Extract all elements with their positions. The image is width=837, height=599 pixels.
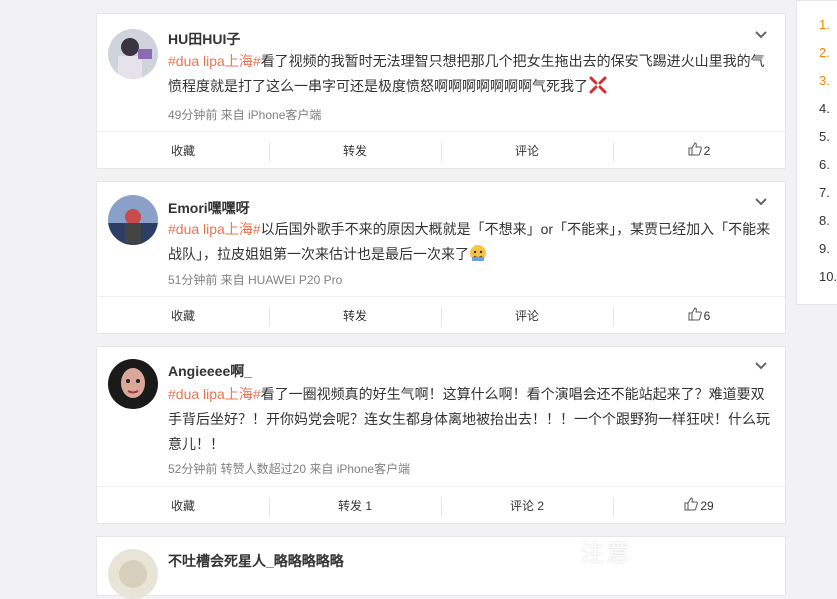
post-meta: 49分钟前 来自 iPhone客户端 <box>168 108 322 122</box>
favorite-label: 收藏 <box>170 309 195 323</box>
username[interactable]: Angieeee啊_ <box>168 361 252 381</box>
chevron-down-icon[interactable] <box>753 195 769 207</box>
chevron-down-icon[interactable] <box>753 28 769 40</box>
hot-ranking-panel: 1. 2. 3. 4. 5. 6. 7. 8. 9. 10. <box>796 0 837 305</box>
rank-item[interactable]: 2. <box>819 45 830 60</box>
post-text: #dua lipa上海#看了视频的我暂时无法理智只想把那几个把女生拖出去的保安飞… <box>168 49 772 102</box>
rank-item[interactable]: 9. <box>819 241 830 256</box>
comment-label: 评论 <box>514 309 539 323</box>
post-meta: 51分钟前 来自 HUAWEI P20 Pro <box>168 273 343 287</box>
doge-emoji-icon <box>469 244 487 270</box>
repost-button[interactable]: 转发 <box>269 297 441 334</box>
like-count: 6 <box>703 308 711 323</box>
favorite-button[interactable]: 收藏 <box>97 487 269 524</box>
repost-button[interactable]: 转发 <box>269 132 441 169</box>
anger-emoji-icon <box>588 76 608 102</box>
rank-item[interactable]: 7. <box>819 185 830 200</box>
comment-label: 评论 2 <box>509 499 544 513</box>
thumb-up-icon <box>688 307 702 324</box>
like-count: 29 <box>700 498 714 513</box>
like-button[interactable]: 2 <box>613 132 785 169</box>
post-text: #dua lipa上海#看了一圈视频真的好生气啊！这算什么啊！看个演唱会还不能站… <box>168 382 772 457</box>
watermark-text: 注意 <box>580 540 632 567</box>
topic-tag[interactable]: #dua lipa上海# <box>168 221 261 237</box>
repost-label: 转发 <box>342 309 367 323</box>
action-bar: 收藏 转发 评论 6 <box>97 296 785 334</box>
post-text: #dua lipa上海#以后国外歌手不来的原因大概就是「不想来」or「不能来」，… <box>168 217 772 270</box>
thumb-up-icon <box>688 142 702 159</box>
action-bar: 收藏 转发 评论 2 <box>97 131 785 169</box>
username[interactable]: HU田HUI子 <box>168 29 240 49</box>
repost-button[interactable]: 转发 1 <box>269 487 441 524</box>
chevron-down-icon[interactable] <box>753 359 769 371</box>
comment-button[interactable]: 评论 <box>441 297 613 334</box>
comment-button[interactable]: 评论 2 <box>441 487 613 524</box>
thumb-up-icon <box>684 497 699 514</box>
favorite-label: 收藏 <box>170 144 195 158</box>
repost-label: 转发 1 <box>337 499 372 513</box>
rank-item[interactable]: 10. <box>819 269 837 284</box>
topic-tag[interactable]: #dua lipa上海# <box>168 386 261 402</box>
rank-item[interactable]: 4. <box>819 101 830 116</box>
post-card: Emori嘿嘿呀 #dua lipa上海#以后国外歌手不来的原因大概就是「不想来… <box>96 181 786 334</box>
like-button[interactable]: 6 <box>613 297 785 334</box>
avatar[interactable] <box>108 195 158 245</box>
post-card: Angieeee啊_ #dua lipa上海#看了一圈视频真的好生气啊！这算什么… <box>96 346 786 524</box>
username[interactable]: 不吐槽会死星人_略略略略略 <box>168 551 344 571</box>
action-bar: 收藏 转发 1 评论 2 29 <box>97 486 785 524</box>
repost-label: 转发 <box>342 144 367 158</box>
rank-item[interactable]: 1. <box>819 17 830 32</box>
rank-item[interactable]: 5. <box>819 129 830 144</box>
avatar[interactable] <box>108 29 158 79</box>
comment-button[interactable]: 评论 <box>441 132 613 169</box>
favorite-button[interactable]: 收藏 <box>97 297 269 334</box>
post-meta: 52分钟前 转赞人数超过20 来自 iPhone客户端 <box>168 462 411 476</box>
username[interactable]: Emori嘿嘿呀 <box>168 198 250 218</box>
comment-label: 评论 <box>514 144 539 158</box>
post-card: 不吐槽会死星人_略略略略略 <box>96 536 786 599</box>
avatar[interactable] <box>108 549 158 599</box>
favorite-button[interactable]: 收藏 <box>97 132 269 169</box>
favorite-label: 收藏 <box>170 499 195 513</box>
topic-tag[interactable]: #dua lipa上海# <box>168 53 261 69</box>
avatar[interactable] <box>108 359 158 409</box>
like-button[interactable]: 29 <box>613 487 785 524</box>
like-count: 2 <box>703 143 711 158</box>
rank-item[interactable]: 3. <box>819 73 830 88</box>
rank-item[interactable]: 8. <box>819 213 830 228</box>
post-card: HU田HUI子 #dua lipa上海#看了视频的我暂时无法理智只想把那几个把女… <box>96 13 786 169</box>
rank-item[interactable]: 6. <box>819 157 830 172</box>
